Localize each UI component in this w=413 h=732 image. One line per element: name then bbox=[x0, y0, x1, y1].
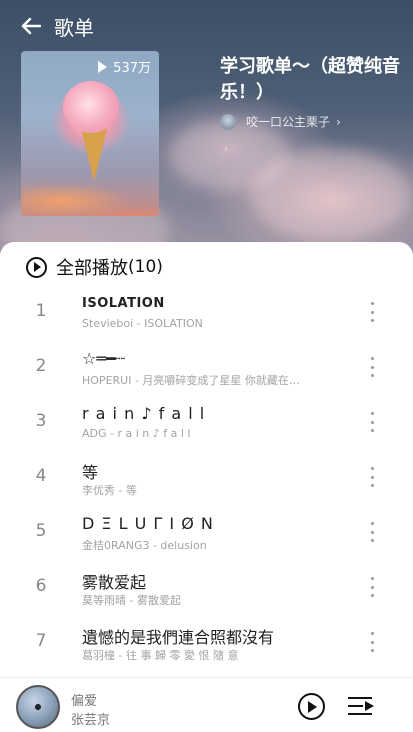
play-circle-icon bbox=[26, 256, 47, 278]
list-item[interactable]: 5 D Ξ L U Γ I Ø N 金桔0RANG3 - delusion bbox=[0, 504, 413, 559]
song-subtitle: HOPERUI - 月亮嚼碎变成了星星 你就藏在… bbox=[82, 374, 300, 387]
creator-avatar bbox=[220, 113, 236, 130]
playlist-hero: 歌单 537万 学习歌单～（超赞纯音乐！） 咬一口公主栗子 › › bbox=[0, 0, 413, 270]
play-all-label: 全部播放 bbox=[56, 258, 128, 279]
now-playing-cover[interactable] bbox=[16, 685, 60, 729]
play-triangle-icon bbox=[98, 60, 108, 73]
more-vertical-icon[interactable] bbox=[366, 412, 378, 432]
play-count-badge: 537万 bbox=[98, 57, 151, 76]
song-index: 7 bbox=[35, 631, 47, 651]
play-all-button[interactable]: 全部播放 (10) bbox=[26, 254, 163, 280]
more-vertical-icon[interactable] bbox=[366, 577, 378, 597]
song-index: 4 bbox=[35, 466, 47, 486]
list-item[interactable]: 6 雾散爱起 莫等雨晴 - 雾散爱起 bbox=[0, 559, 413, 614]
list-item[interactable]: 1 ISOLATION Stevieboi - ISOLATION bbox=[0, 284, 413, 339]
song-index: 2 bbox=[35, 356, 47, 376]
song-title: ISOLATION bbox=[82, 296, 165, 311]
mini-player[interactable]: 偏爱 张芸京 bbox=[0, 677, 413, 732]
more-vertical-icon[interactable] bbox=[366, 467, 378, 487]
playlist-title: 学习歌单～（超赞纯音乐！） bbox=[220, 56, 400, 103]
song-title: 雾散爱起 bbox=[82, 573, 147, 592]
chevron-right-icon[interactable]: › bbox=[224, 142, 228, 155]
list-item[interactable]: 7 遺憾的是我們連合照都沒有 葛羽橦 - 往 事 歸 零 愛 恨 隨 意 bbox=[0, 614, 413, 669]
play-count: 537万 bbox=[113, 61, 151, 76]
song-title: ☆═━┈ bbox=[82, 349, 126, 368]
song-list: 1 ISOLATION Stevieboi - ISOLATION 2 ☆═━┈… bbox=[0, 284, 413, 669]
ice-cream-scoop-art bbox=[63, 81, 119, 133]
song-title: 遺憾的是我們連合照都沒有 bbox=[82, 628, 275, 647]
song-subtitle: 葛羽橦 - 往 事 歸 零 愛 恨 隨 意 bbox=[82, 649, 239, 662]
more-vertical-icon[interactable] bbox=[366, 632, 378, 652]
song-panel: 全部播放 (10) 1 ISOLATION Stevieboi - ISOLAT… bbox=[0, 242, 413, 678]
back-arrow-icon[interactable] bbox=[18, 13, 44, 39]
creator-name: 咬一口公主栗子 bbox=[246, 115, 331, 129]
creator-link[interactable]: 咬一口公主栗子 › bbox=[220, 113, 341, 130]
song-subtitle: ADG - r a i n ♪ f a l l bbox=[82, 427, 191, 440]
song-index: 5 bbox=[35, 521, 47, 541]
list-item[interactable]: 3 r a i n ♪ f a l l ADG - r a i n ♪ f a … bbox=[0, 394, 413, 449]
cloud-decoration bbox=[170, 120, 290, 190]
playlist-cover[interactable]: 537万 bbox=[21, 51, 159, 216]
song-index: 3 bbox=[35, 411, 47, 431]
now-playing-title: 偏爱 bbox=[71, 694, 98, 709]
song-subtitle: Stevieboi - ISOLATION bbox=[82, 317, 203, 330]
song-count: (10) bbox=[128, 257, 163, 277]
song-subtitle: 金桔0RANG3 - delusion bbox=[82, 539, 207, 552]
list-item[interactable]: 2 ☆═━┈ HOPERUI - 月亮嚼碎变成了星星 你就藏在… bbox=[0, 339, 413, 394]
song-title: D Ξ L U Γ I Ø N bbox=[82, 514, 214, 533]
top-bar: 歌单 bbox=[0, 0, 413, 52]
song-title: 等 bbox=[82, 463, 99, 482]
more-vertical-icon[interactable] bbox=[366, 302, 378, 322]
more-vertical-icon[interactable] bbox=[366, 522, 378, 542]
play-button[interactable] bbox=[298, 693, 325, 720]
chevron-right-icon: › bbox=[336, 114, 341, 129]
page-title: 歌单 bbox=[54, 15, 94, 40]
song-title: r a i n ♪ f a l l bbox=[82, 404, 206, 423]
list-item[interactable]: 4 等 李优秀 - 等 bbox=[0, 449, 413, 504]
song-subtitle: 李优秀 - 等 bbox=[82, 484, 137, 497]
playlist-queue-icon[interactable] bbox=[348, 696, 374, 716]
now-playing-artist: 张芸京 bbox=[71, 713, 111, 728]
song-index: 6 bbox=[35, 576, 47, 596]
song-index: 1 bbox=[35, 301, 47, 321]
more-vertical-icon[interactable] bbox=[366, 357, 378, 377]
song-subtitle: 莫等雨晴 - 雾散爱起 bbox=[82, 594, 181, 607]
